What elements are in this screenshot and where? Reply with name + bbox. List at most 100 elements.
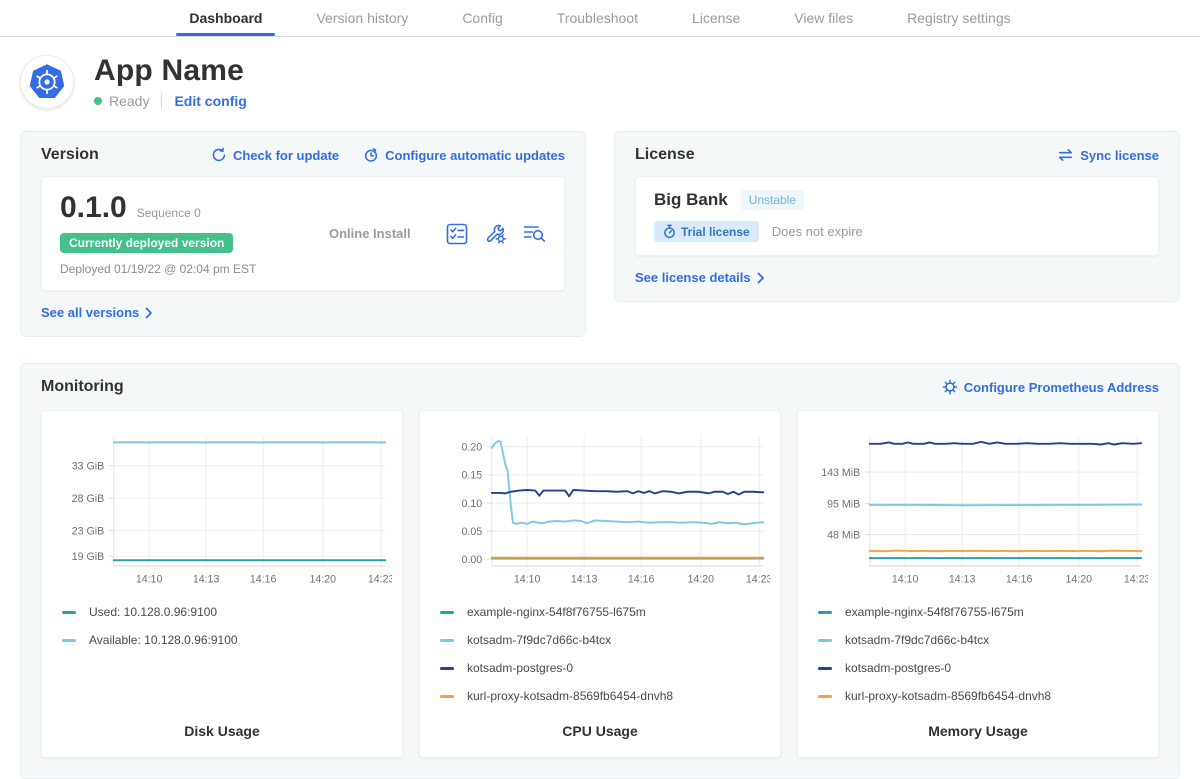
see-all-versions-link[interactable]: See all versions: [41, 305, 153, 320]
tab-dashboard[interactable]: Dashboard: [162, 0, 289, 36]
tab-config[interactable]: Config: [435, 0, 529, 36]
sync-icon: [1057, 148, 1074, 162]
deployed-timestamp: Deployed 01/19/22 @ 02:04 pm EST: [60, 262, 285, 276]
currently-deployed-badge: Currently deployed version: [60, 233, 233, 253]
status-dot: [94, 97, 102, 105]
svg-text:0.10: 0.10: [462, 498, 483, 510]
refresh-icon: [211, 147, 227, 163]
svg-text:14:13: 14:13: [193, 573, 220, 585]
cpu-usage-chart-card: 14:1014:1314:1614:2014:230.200.150.100.0…: [419, 410, 781, 758]
svg-text:0.05: 0.05: [462, 526, 483, 538]
disk-usage-chart: 14:1014:1314:1614:2014:2333 GiB28 GiB23 …: [52, 425, 392, 595]
memory-usage-chart: 14:1014:1314:1614:2014:23143 MiB95 MiB48…: [808, 425, 1148, 595]
svg-text:14:16: 14:16: [1006, 573, 1033, 585]
svg-text:28 GiB: 28 GiB: [72, 493, 104, 505]
svg-text:14:16: 14:16: [628, 573, 655, 585]
chart-svg: 14:1014:1314:1614:2014:230.200.150.100.0…: [430, 425, 770, 595]
license-customer-name: Big Bank: [654, 190, 728, 210]
svg-text:14:10: 14:10: [136, 573, 163, 585]
see-all-versions-label: See all versions: [41, 305, 139, 320]
svg-text:14:13: 14:13: [571, 573, 598, 585]
kubernetes-app-icon: [20, 55, 74, 109]
stopwatch-icon: [663, 224, 676, 239]
preflight-checks-icon[interactable]: [446, 223, 468, 245]
chevron-right-icon: [145, 307, 153, 319]
tab-view-files[interactable]: View files: [767, 0, 880, 36]
legend-label: example-nginx-54f8f76755-l675m: [845, 605, 1024, 619]
version-card-title: Version: [41, 146, 99, 164]
schedule-update-icon: [363, 147, 379, 163]
channel-badge: Unstable: [741, 190, 804, 210]
svg-text:0.15: 0.15: [462, 470, 483, 482]
legend-item: example-nginx-54f8f76755-l675m: [818, 605, 1148, 619]
legend-label: kurl-proxy-kotsadm-8569fb6454-dnvh8: [845, 689, 1051, 703]
tab-label: View files: [794, 10, 853, 26]
legend-color-dash: [62, 611, 76, 614]
svg-text:95 MiB: 95 MiB: [827, 498, 860, 510]
legend-item: kurl-proxy-kotsadm-8569fb6454-dnvh8: [440, 689, 770, 703]
edit-config-icon[interactable]: [484, 222, 507, 245]
svg-text:0.00: 0.00: [462, 554, 483, 566]
configure-prometheus-label: Configure Prometheus Address: [964, 380, 1159, 395]
svg-text:14:20: 14:20: [1066, 573, 1093, 585]
legend-item: kurl-proxy-kotsadm-8569fb6454-dnvh8: [818, 689, 1148, 703]
tab-registry-settings[interactable]: Registry settings: [880, 0, 1037, 36]
see-license-details-link[interactable]: See license details: [635, 270, 765, 285]
see-license-details-label: See license details: [635, 270, 751, 285]
chart-svg: 14:1014:1314:1614:2014:2333 GiB28 GiB23 …: [52, 425, 392, 595]
tab-version-history[interactable]: Version history: [289, 0, 435, 36]
version-sequence: Sequence 0: [137, 206, 201, 220]
tab-license[interactable]: License: [665, 0, 767, 36]
chevron-right-icon: [757, 272, 765, 284]
check-for-update-link[interactable]: Check for update: [211, 147, 339, 163]
license-panel: Big Bank Unstable Trial license Does not…: [635, 176, 1159, 256]
legend-color-dash: [818, 639, 832, 642]
tab-label: Config: [462, 10, 502, 26]
trial-license-badge: Trial license: [654, 221, 759, 242]
legend-item: kotsadm-postgres-0: [818, 661, 1148, 675]
svg-text:14:23: 14:23: [746, 573, 770, 585]
top-nav: Dashboard Version history Config Trouble…: [0, 0, 1200, 37]
svg-text:23 GiB: 23 GiB: [72, 525, 104, 537]
legend-color-dash: [440, 695, 454, 698]
svg-text:0.20: 0.20: [462, 442, 483, 454]
legend-label: example-nginx-54f8f76755-l675m: [467, 605, 646, 619]
install-type-label: Online Install: [285, 226, 446, 241]
svg-text:14:20: 14:20: [310, 573, 337, 585]
version-info: 0.1.0 Sequence 0 Currently deployed vers…: [60, 191, 285, 276]
svg-text:14:23: 14:23: [368, 573, 392, 585]
svg-text:19 GiB: 19 GiB: [72, 551, 104, 563]
legend-color-dash: [818, 611, 832, 614]
edit-config-link[interactable]: Edit config: [174, 93, 246, 109]
svg-text:14:13: 14:13: [949, 573, 976, 585]
version-card: Version Check for update: [20, 131, 586, 337]
app-title-block: App Name Ready Edit config: [94, 54, 247, 109]
legend-item: kotsadm-7f9dc7d66c-b4tcx: [440, 633, 770, 647]
legend-label: kotsadm-7f9dc7d66c-b4tcx: [845, 633, 989, 647]
configure-prometheus-link[interactable]: Configure Prometheus Address: [942, 379, 1159, 395]
view-logs-icon[interactable]: [523, 223, 546, 244]
legend-item: kotsadm-postgres-0: [440, 661, 770, 675]
memory-usage-title: Memory Usage: [808, 717, 1148, 749]
app-header: App Name Ready Edit config: [20, 54, 1180, 109]
version-card-actions: Check for update Configure automatic upd…: [211, 147, 565, 163]
legend-color-dash: [440, 667, 454, 670]
cpu-usage-legend: example-nginx-54f8f76755-l675m kotsadm-7f…: [440, 605, 770, 717]
svg-text:33 GiB: 33 GiB: [72, 461, 104, 473]
cards-row: Version Check for update: [20, 131, 1180, 337]
legend-label: kotsadm-postgres-0: [845, 661, 951, 675]
check-for-update-label: Check for update: [233, 148, 339, 163]
memory-usage-legend: example-nginx-54f8f76755-l675m kotsadm-7f…: [818, 605, 1148, 717]
svg-text:48 MiB: 48 MiB: [827, 529, 860, 541]
monitoring-card: Monitoring Configure Prometheus Address: [20, 363, 1180, 779]
cpu-usage-chart: 14:1014:1314:1614:2014:230.200.150.100.0…: [430, 425, 770, 595]
version-action-icons: [446, 222, 546, 245]
legend-color-dash: [818, 667, 832, 670]
dashboard-page: App Name Ready Edit config Version: [0, 54, 1200, 779]
chart-svg: 14:1014:1314:1614:2014:23143 MiB95 MiB48…: [808, 425, 1148, 595]
configure-automatic-updates-link[interactable]: Configure automatic updates: [363, 147, 565, 163]
gear-icon: [942, 379, 958, 395]
tab-troubleshoot[interactable]: Troubleshoot: [530, 0, 665, 36]
legend-label: kotsadm-postgres-0: [467, 661, 573, 675]
sync-license-link[interactable]: Sync license: [1057, 148, 1159, 163]
